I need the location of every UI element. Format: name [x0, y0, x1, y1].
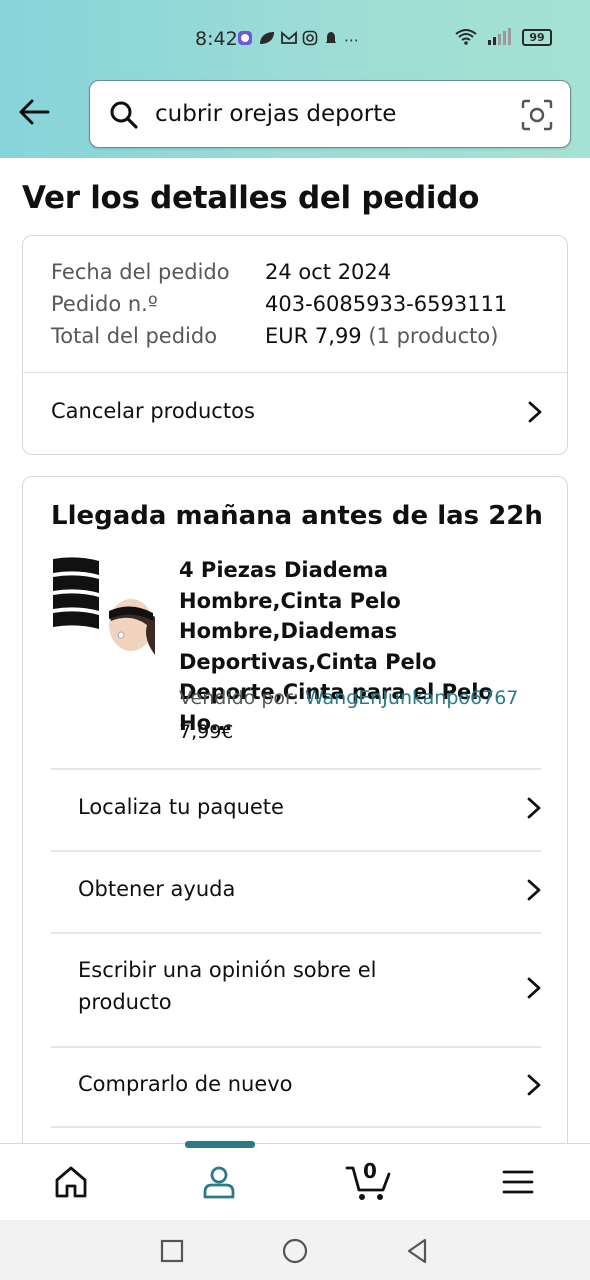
- chevron-right-icon: [528, 401, 542, 423]
- camera-search-icon[interactable]: [520, 99, 554, 131]
- order-date-label: Fecha del pedido: [51, 260, 230, 284]
- product-price: 7,99€: [179, 721, 234, 743]
- buy-again-button[interactable]: Comprarlo de nuevo: [51, 1046, 541, 1128]
- delivery-title: Llegada mañana antes de las 22h: [51, 501, 543, 531]
- account-icon[interactable]: [199, 1162, 239, 1202]
- cancel-products-button[interactable]: Cancelar productos: [23, 373, 567, 455]
- messenger-icon: [237, 30, 253, 50]
- menu-icon[interactable]: [498, 1162, 538, 1202]
- order-summary-card: Fecha del pedido 24 oct 2024 Pedido n.º …: [22, 235, 568, 455]
- chevron-right-icon: [527, 1074, 541, 1096]
- active-tab-indicator: [185, 1141, 255, 1148]
- search-icon[interactable]: [108, 99, 140, 131]
- seller-link[interactable]: WangEnJunkanpo6767: [305, 687, 518, 709]
- chevron-right-icon: [527, 879, 541, 901]
- back-arrow-icon[interactable]: [16, 92, 56, 132]
- wifi-icon: [455, 29, 477, 45]
- page-title: Ver los detalles del pedido: [22, 180, 480, 216]
- product-title-link[interactable]: 4 Piezas Diadema Hombre,Cinta Pelo Hombr…: [179, 555, 539, 738]
- bottom-nav: 0: [0, 1141, 590, 1220]
- app-header: 8:42 ⋯ 99 cubrir orejas deporte: [0, 0, 590, 158]
- get-help-button[interactable]: Obtener ayuda: [51, 850, 541, 932]
- mail-icon: [281, 31, 297, 49]
- notification-icons: ⋯: [237, 30, 359, 50]
- search-bar[interactable]: cubrir orejas deporte: [89, 80, 571, 148]
- order-total-amount: EUR 7,99: [265, 324, 362, 348]
- search-input[interactable]: cubrir orejas deporte: [155, 101, 396, 127]
- recent-apps-icon[interactable]: [157, 1236, 187, 1266]
- status-time: 8:42: [195, 28, 238, 50]
- sold-by: Vendido por: WangEnJunkanpo6767: [179, 687, 518, 709]
- instagram-icon: [302, 30, 318, 50]
- system-navigation: [0, 1220, 590, 1280]
- status-bar: 8:42 ⋯ 99: [0, 0, 590, 80]
- track-package-button[interactable]: Localiza tu paquete: [51, 768, 541, 850]
- order-total-value: EUR 7,99 (1 producto): [265, 324, 498, 348]
- get-help-label: Obtener ayuda: [78, 877, 236, 901]
- home-button-icon[interactable]: [280, 1236, 310, 1266]
- signal-icon: [488, 28, 511, 45]
- home-icon[interactable]: [51, 1162, 91, 1202]
- notification-icon: [323, 30, 339, 50]
- order-number-label: Pedido n.º: [51, 292, 158, 316]
- order-total-count: (1 producto): [368, 324, 499, 348]
- cart-icon[interactable]: 0: [345, 1159, 393, 1202]
- cart-count: 0: [363, 1159, 377, 1183]
- order-number-value: 403-6085933-6593111: [265, 292, 508, 316]
- order-date-value: 24 oct 2024: [265, 260, 392, 284]
- system-status: 99: [454, 28, 552, 46]
- product-image[interactable]: [51, 555, 159, 661]
- delivery-card: Llegada mañana antes de las 22h 4 Piezas…: [22, 476, 568, 1144]
- sold-by-label: Vendido por:: [179, 687, 299, 709]
- write-review-button[interactable]: Escribir una opinión sobre el producto: [51, 932, 541, 1046]
- battery-icon: 99: [522, 28, 552, 46]
- cancel-products-label: Cancelar productos: [51, 399, 255, 423]
- write-review-label: Escribir una opinión sobre el producto: [78, 958, 377, 1014]
- more-icon: ⋯: [344, 31, 359, 49]
- order-total-label: Total del pedido: [51, 324, 218, 348]
- chevron-right-icon: [527, 977, 541, 999]
- leaf-icon: [258, 30, 276, 50]
- back-button-icon[interactable]: [403, 1236, 433, 1266]
- buy-again-label: Comprarlo de nuevo: [78, 1072, 293, 1096]
- track-package-label: Localiza tu paquete: [78, 795, 284, 819]
- chevron-right-icon: [527, 797, 541, 819]
